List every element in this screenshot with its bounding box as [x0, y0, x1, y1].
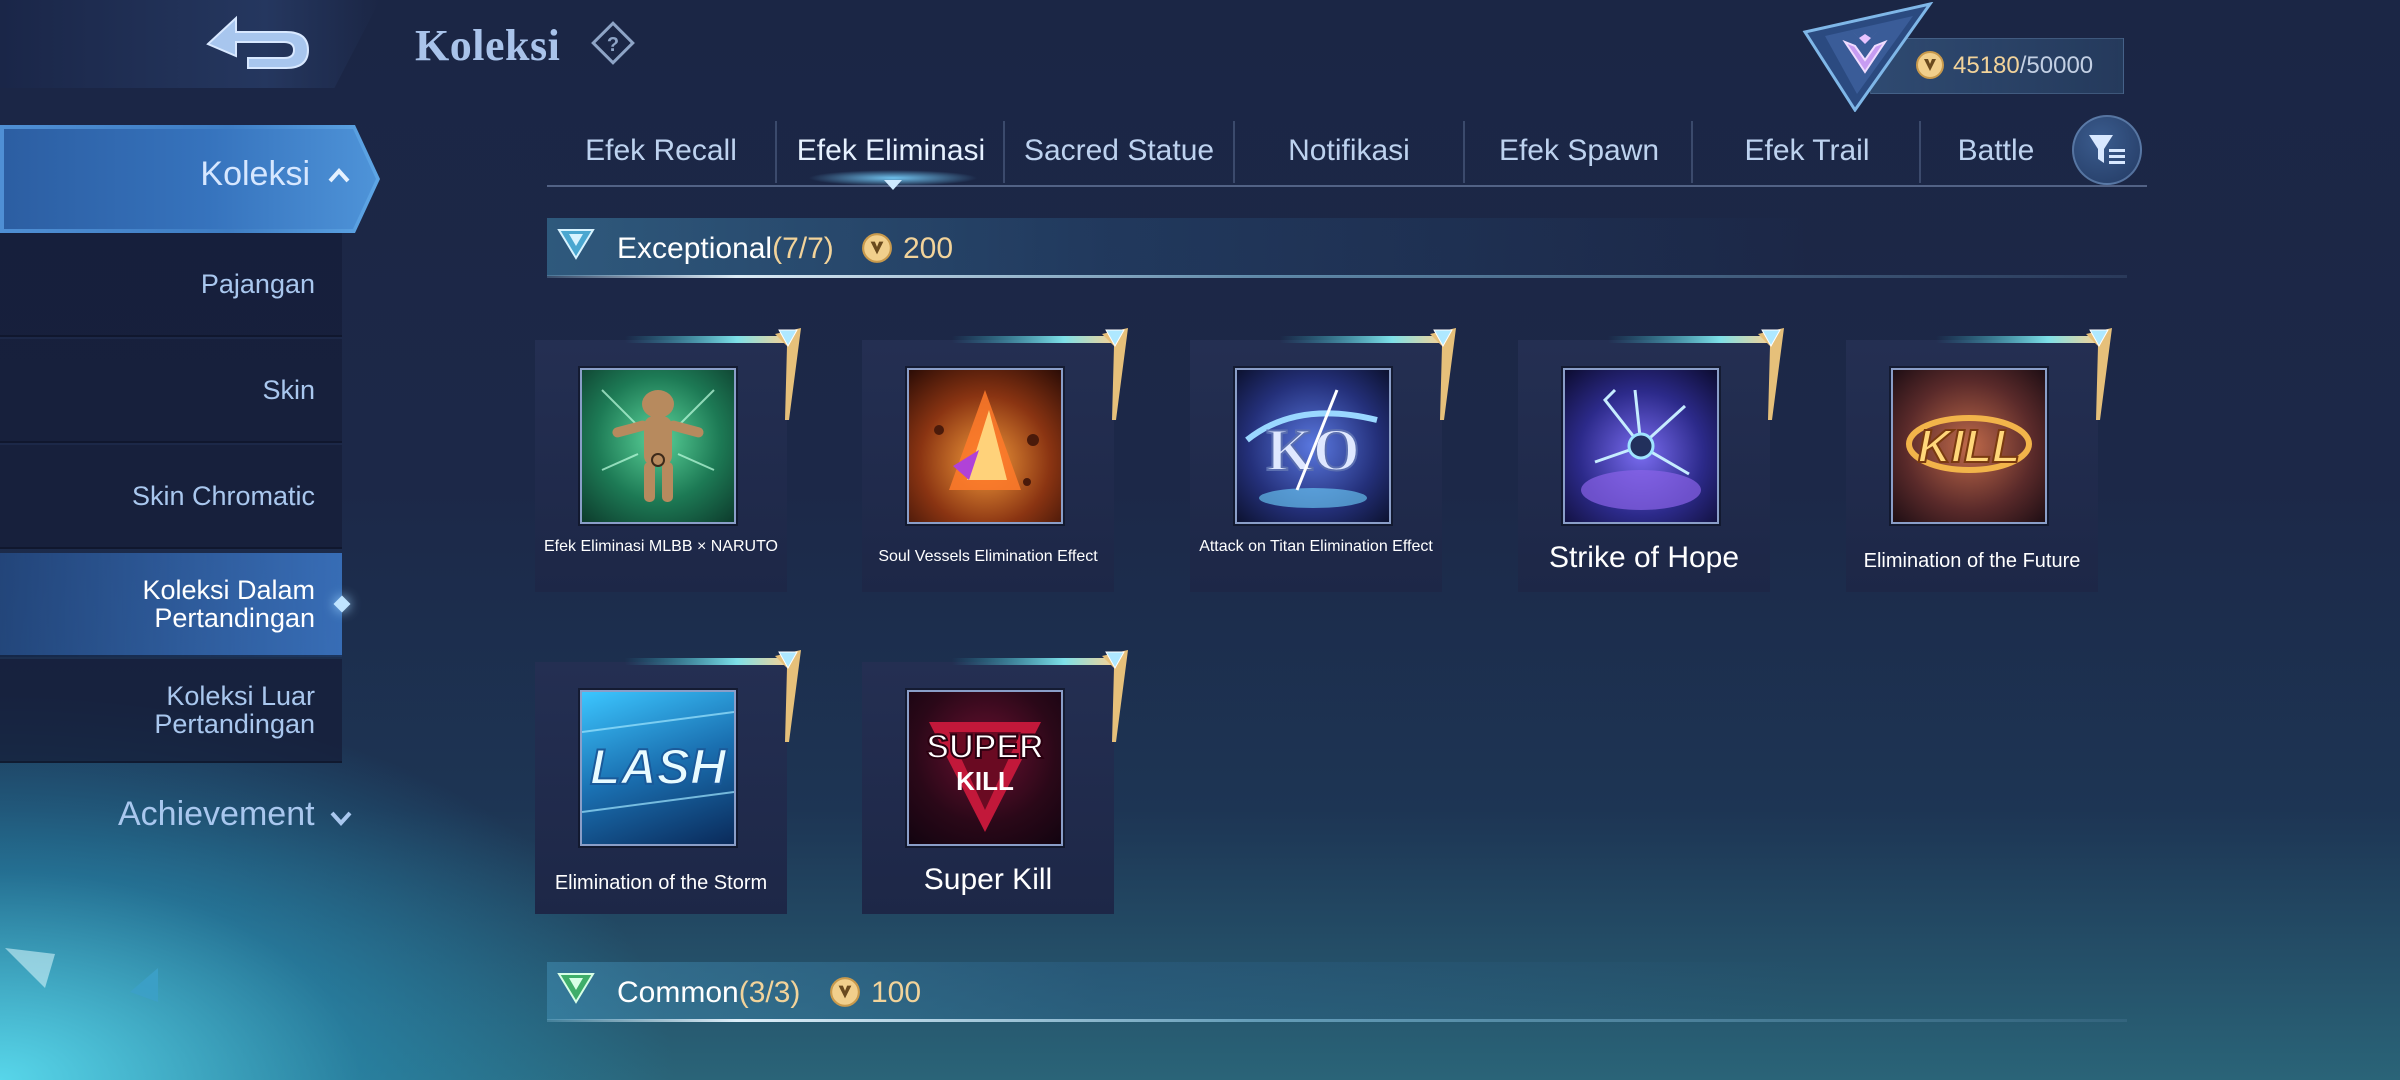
item-card-elimination-storm[interactable]: LASH Elimination of the Storm: [535, 650, 801, 914]
item-name: Elimination of the Storm: [554, 872, 768, 894]
section-price: 200: [903, 232, 954, 265]
currency-current: 45180: [1953, 52, 2020, 79]
item-name: Soul Vessels Elimination Effect: [878, 548, 1098, 565]
coin-icon: [1915, 50, 1945, 80]
item-thumbnail: SUPER KILL: [907, 690, 1063, 846]
filter-icon: [2089, 135, 2125, 164]
item-name: Elimination of the Future: [1863, 550, 2081, 572]
sidebar-item-label: Koleksi Luar Pertandingan: [154, 681, 315, 739]
item-thumbnail: LASH: [580, 690, 736, 846]
item-card-soul-vessels[interactable]: Soul Vessels Elimination Effect: [862, 328, 1128, 592]
coin-icon: [830, 977, 860, 1007]
sidebar-item-koleksi-dalam-pertandingan[interactable]: Koleksi Dalam Pertandingan: [0, 553, 342, 657]
filter-button[interactable]: [2072, 115, 2142, 185]
tab-notifikasi[interactable]: Notifikasi: [1235, 115, 1463, 187]
item-card-strike-of-hope[interactable]: Strike of Hope: [1518, 328, 1784, 592]
item-thumbnail: [1563, 368, 1719, 524]
section-price: 100: [871, 976, 922, 1009]
sidebar-active-label: Koleksi: [200, 155, 310, 193]
tabs-underline: [547, 185, 2147, 187]
item-card-super-kill[interactable]: SUPER KILL Super Kill: [862, 650, 1128, 914]
coin-icon: [862, 233, 892, 263]
page-title: Koleksi: [415, 21, 561, 70]
svg-text:?: ?: [607, 34, 619, 56]
section-title: Common(3/3): [617, 976, 801, 1009]
sidebar-item-label: Koleksi Dalam Pertandingan: [142, 575, 315, 633]
active-tab-caret-icon: [884, 180, 902, 190]
item-card-naruto[interactable]: Efek Eliminasi MLBB × NARUTO: [535, 328, 801, 592]
sidebar-item-label: Skin Chromatic: [131, 481, 315, 511]
sidebar-item-label: Pajangan: [200, 269, 315, 299]
currency-text: 45180/50000: [1953, 52, 2093, 80]
sidebar-item-pajangan[interactable]: Pajangan: [0, 233, 342, 337]
chevron-down-icon: [330, 811, 352, 826]
rarity-icon: [557, 973, 595, 1004]
help-icon[interactable]: ?: [590, 20, 636, 66]
tab-battle[interactable]: Battle: [1921, 115, 2071, 187]
tab-efek-recall[interactable]: Efek Recall: [547, 115, 775, 187]
tab-efek-trail[interactable]: Efek Trail: [1693, 115, 1921, 187]
item-card-elimination-future[interactable]: KILL Elimination of the Future: [1846, 328, 2112, 592]
back-arrow-icon: [206, 15, 310, 69]
item-thumbnail: KILL: [1891, 368, 2047, 524]
sidebar-achievement[interactable]: Achievement: [118, 795, 315, 834]
section-header-exceptional: Exceptional(7/7) 200: [547, 218, 2127, 278]
chevron-up-icon: [328, 168, 350, 183]
section-header-common: Common(3/3) 100: [547, 962, 2127, 1022]
section-count: (3/3): [738, 976, 801, 1009]
art-text: SUPER: [926, 728, 1043, 766]
item-card-attack-on-titan[interactable]: KO Attack on Titan Elimination Effect: [1190, 328, 1456, 592]
back-button[interactable]: [190, 10, 320, 80]
item-name: Super Kill: [923, 863, 1053, 896]
decorative-shape: [130, 968, 158, 1002]
sidebar-item-skin[interactable]: Skin: [0, 339, 342, 443]
item-name: Strike of Hope: [1548, 541, 1740, 574]
currency-max: /50000: [2019, 52, 2094, 79]
sidebar-item-skin-chromatic[interactable]: Skin Chromatic: [0, 445, 342, 549]
decorative-shape: [5, 948, 55, 988]
sidebar-item-label: Skin: [262, 375, 315, 405]
tabs-bar: Efek Recall Efek Eliminasi Sacred Statue…: [547, 115, 2147, 187]
rarity-icon: [557, 229, 595, 260]
item-thumbnail: [907, 368, 1063, 524]
tab-efek-spawn[interactable]: Efek Spawn: [1465, 115, 1693, 187]
item-name: Attack on Titan Elimination Effect: [1199, 538, 1433, 555]
rank-badge-icon: [1795, 1, 1935, 113]
tab-sacred-statue[interactable]: Sacred Statue: [1005, 115, 1233, 187]
art-text: KILL: [956, 766, 1014, 796]
item-thumbnail: [580, 368, 736, 524]
sidebar-item-koleksi[interactable]: Koleksi: [0, 125, 380, 233]
sidebar-item-koleksi-luar-pertandingan[interactable]: Koleksi Luar Pertandingan: [0, 659, 342, 763]
section-count: (7/7): [772, 232, 834, 265]
section-title: Exceptional(7/7): [617, 232, 834, 265]
item-name: Efek Eliminasi MLBB × NARUTO: [544, 538, 778, 555]
art-text: LASH: [590, 739, 727, 795]
item-thumbnail: KO: [1235, 368, 1391, 524]
art-text: KILL: [1918, 420, 2020, 472]
